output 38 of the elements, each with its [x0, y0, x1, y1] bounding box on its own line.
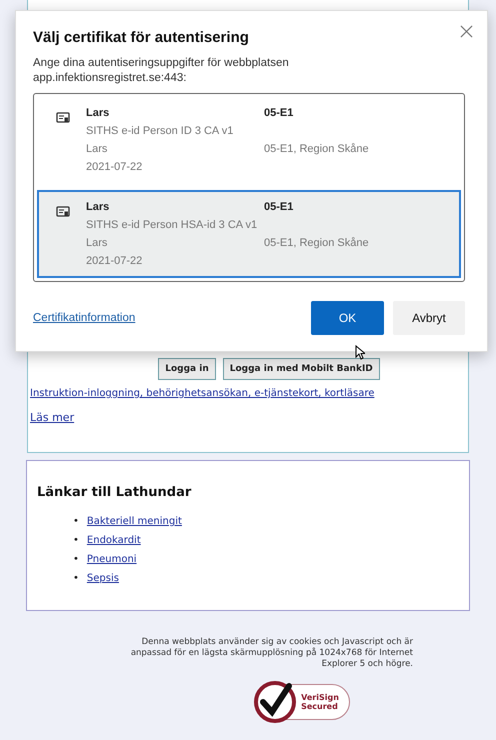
login-button[interactable]: Logga in med Mobilt BankID — [222, 358, 380, 380]
certificate-holder-organization: 05-E1, Region Skåne — [264, 236, 370, 251]
guides-title: Länkar till Lathundar — [37, 485, 192, 500]
guide-link[interactable]: Endokardit — [86, 531, 141, 550]
footer-notice: Denna webbplats använder sig av cookies och Javascript och är anpassad för en lägsta skärmupplösning på 1024x768 för Internet Explorer 5 och högre. — [130, 637, 413, 670]
certificate-holder: Lars — [86, 236, 108, 251]
certificate-holder: Lars — [86, 142, 108, 157]
certificate-date: 2021-07-22 — [86, 254, 144, 269]
certificate-item[interactable]: Lars 05-E1 SITHS e-id Person HSA-id 3 CA v1 Lars 05-E1, Region Skåne 2021-07-22 — [37, 190, 461, 278]
certificate-subject: Lars — [86, 106, 110, 121]
certificate-date: 2021-07-22 — [86, 160, 144, 175]
certificate-subject: Lars — [86, 200, 110, 215]
dialog-title: Välj certifikat för autentisering — [33, 29, 250, 46]
cancel-button[interactable]: Avbryt — [393, 301, 465, 335]
certificate-issuer: SITHS e-id Person HSA-id 3 CA v1 — [86, 218, 258, 233]
certificate-info-link[interactable]: Certifikatinformation — [33, 312, 136, 324]
bullet: • — [73, 553, 79, 567]
certificate-holder-organization: 05-E1, Region Skåne — [264, 142, 370, 157]
seal-text: Secured — [301, 702, 339, 711]
certificate-organization: 05-E1 — [264, 106, 294, 121]
bullet: • — [73, 534, 79, 548]
certificate-issuer: SITHS e-id Person ID 3 CA v1 — [86, 124, 234, 139]
login-button[interactable]: Logga in — [158, 358, 216, 380]
read-more-link[interactable]: Läs mer — [30, 411, 74, 424]
bullet: • — [73, 515, 79, 529]
certificate-icon — [56, 112, 70, 124]
ok-button[interactable]: OK — [311, 301, 384, 335]
certificate-icon — [56, 206, 70, 218]
bullet: • — [73, 572, 79, 586]
guide-link[interactable]: Sepsis — [86, 569, 119, 588]
seal-text: VeriSign — [301, 693, 339, 702]
guide-link[interactable]: Bakteriell meningit — [86, 512, 182, 531]
certificate-organization: 05-E1 — [264, 200, 294, 215]
dialog-description: Ange dina autentiseringsuppgifter för webbplatsen app.infektionsregistret.se:443: — [33, 56, 290, 86]
close-icon[interactable] — [460, 25, 473, 38]
certificate-item[interactable]: Lars 05-E1 SITHS e-id Person ID 3 CA v1 Lars 05-E1, Region Skåne 2021-07-22 — [37, 96, 461, 184]
guide-link[interactable]: Pneumoni — [86, 550, 137, 569]
instruction-link[interactable]: Instruktion-inloggning, behörighetsansökan, e-tjänstekort, kortläsare — [30, 388, 374, 399]
